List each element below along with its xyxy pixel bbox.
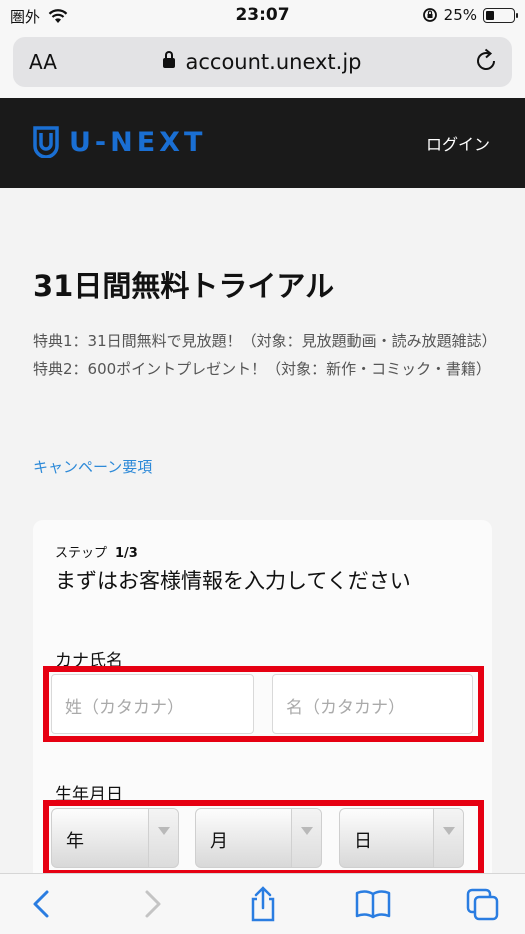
battery-icon xyxy=(483,7,518,23)
campaign-terms-link[interactable]: キャンペーン要項 xyxy=(33,456,152,477)
unext-logo[interactable]: U-NEXT xyxy=(33,126,206,158)
last-name-kana-input[interactable]: 姓（カタカナ） xyxy=(51,674,254,734)
birth-month-value: 月 xyxy=(210,831,228,852)
url-text: account.unext.jp xyxy=(185,50,362,74)
browser-toolbar xyxy=(0,873,525,934)
unext-shield-icon xyxy=(33,126,59,158)
lock-icon xyxy=(163,51,176,68)
birth-year-select[interactable]: 年 xyxy=(51,808,179,868)
form-heading: まずはお客様情報を入力してください xyxy=(55,569,411,593)
birth-day-value: 日 xyxy=(354,831,372,852)
battery-fill xyxy=(486,10,494,20)
browser-address-area: AA account.unext.jp xyxy=(0,32,525,98)
chevron-down-icon xyxy=(148,809,178,867)
step-label: ステップ xyxy=(55,546,108,561)
benefit-1: 特典1：31日間無料で見放題！（対象：見放題動画・読み放題雑誌） xyxy=(33,332,497,350)
status-bar: 圏外 23:07 25% xyxy=(0,0,525,32)
site-header: U-NEXT ログイン xyxy=(0,98,525,188)
orientation-lock-icon xyxy=(422,8,437,22)
url-display[interactable]: account.unext.jp xyxy=(13,50,512,74)
reload-icon[interactable] xyxy=(472,47,500,75)
tabs-icon[interactable] xyxy=(463,886,503,922)
login-link[interactable]: ログイン xyxy=(426,131,490,155)
first-name-kana-input[interactable]: 名（カタカナ） xyxy=(272,674,473,734)
step-value: 1/3 xyxy=(115,546,138,561)
signup-form-card: ステップ 1/3 まずはお客様情報を入力してください カナ氏名 姓（カタカナ） 名… xyxy=(33,520,492,920)
page-title: 31日間無料トライアル xyxy=(33,269,335,303)
logo-text: U-NEXT xyxy=(69,126,207,158)
address-bar[interactable]: AA account.unext.jp xyxy=(13,37,512,87)
chevron-right-icon[interactable] xyxy=(133,886,173,922)
chevron-left-icon[interactable] xyxy=(23,886,63,922)
chevron-down-icon xyxy=(291,809,321,867)
birth-year-value: 年 xyxy=(66,831,84,852)
benefit-2: 特典2：600ポイントプレゼント！（対象：新作・コミック・書籍） xyxy=(33,360,491,378)
share-icon[interactable] xyxy=(243,886,283,922)
status-right: 25% xyxy=(422,6,518,24)
chevron-down-icon xyxy=(433,809,463,867)
benefits-list: 特典1：31日間無料で見放題！（対象：見放題動画・読み放題雑誌） 特典2：600… xyxy=(33,327,497,383)
birth-month-select[interactable]: 月 xyxy=(195,808,322,868)
battery-percent: 25% xyxy=(443,6,477,24)
birth-day-select[interactable]: 日 xyxy=(339,808,464,868)
main-content: 31日間無料トライアル 特典1：31日間無料で見放題！（対象：見放題動画・読み放… xyxy=(0,188,525,920)
step-indicator: ステップ 1/3 xyxy=(55,542,138,561)
book-icon[interactable] xyxy=(353,886,393,922)
